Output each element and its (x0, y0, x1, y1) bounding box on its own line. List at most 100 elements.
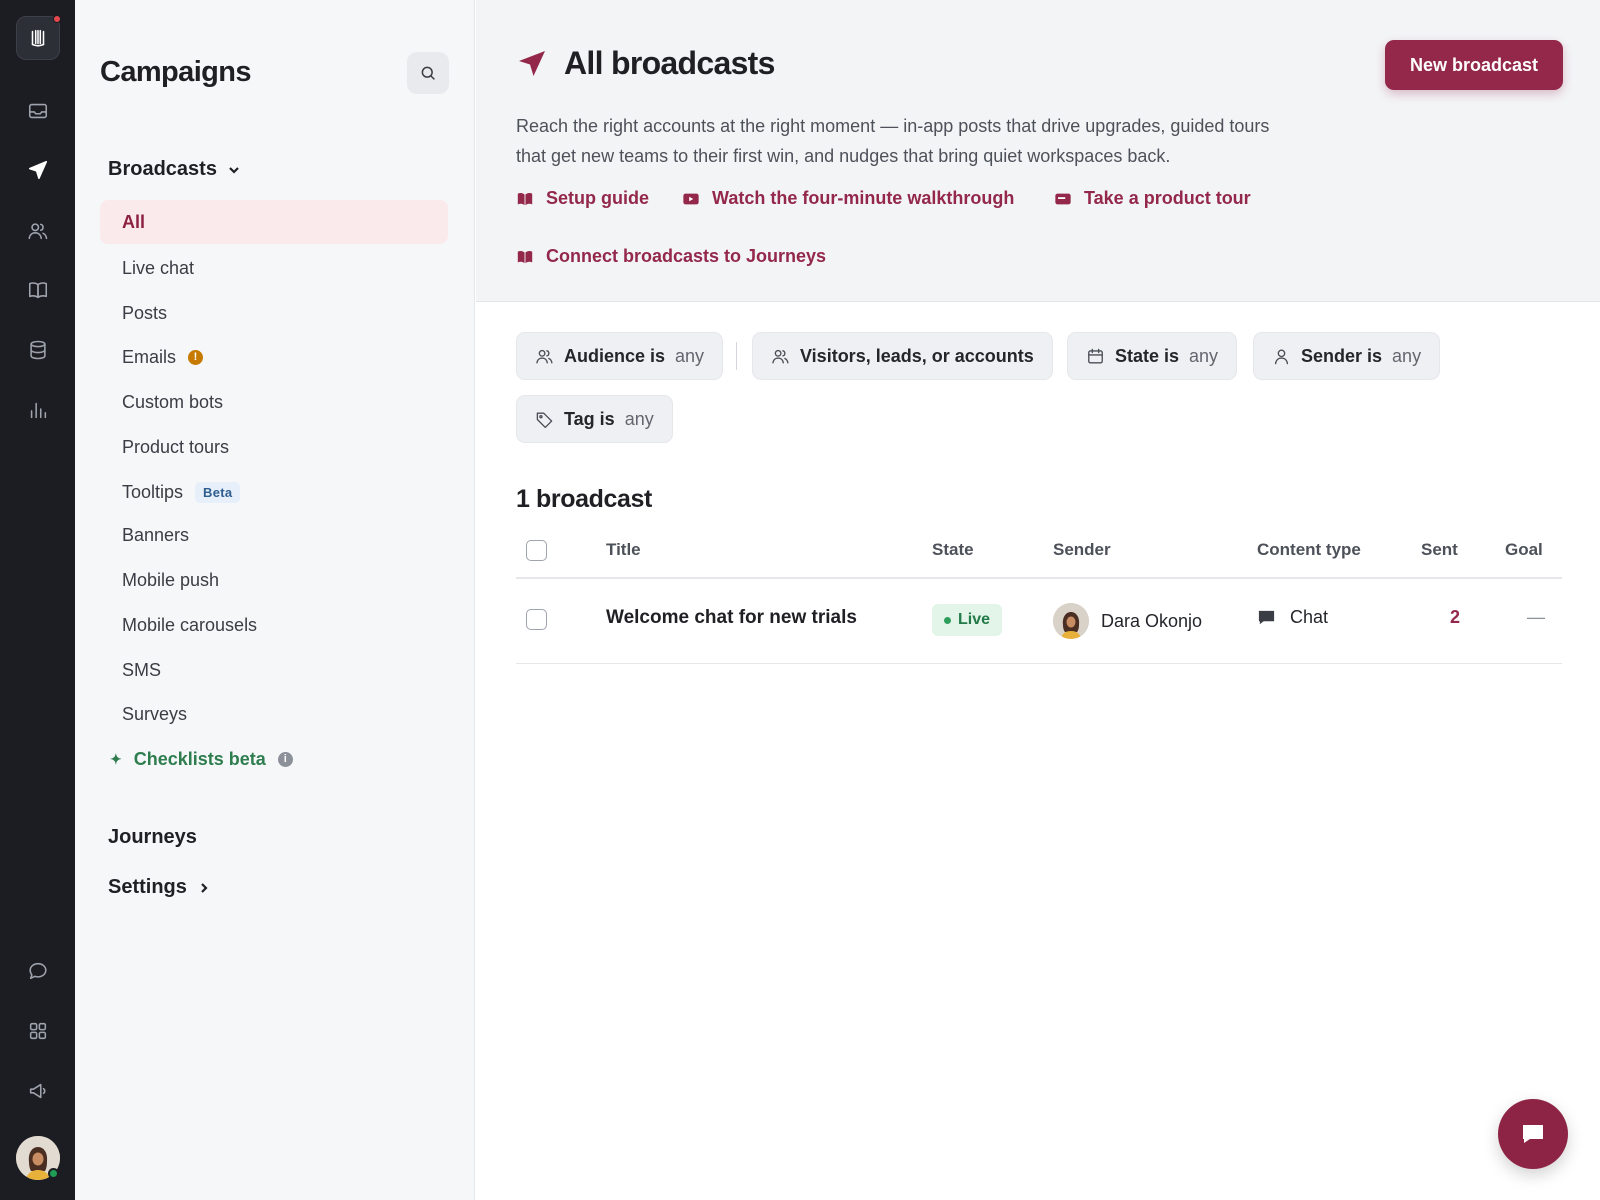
sidebar-item-banners[interactable]: Banners (100, 513, 448, 557)
state-filter[interactable]: State is any (1067, 332, 1238, 380)
sidebar-item-label: Checklists beta (133, 748, 266, 769)
notification-dot (53, 15, 61, 23)
grid-apps-icon[interactable] (16, 1009, 60, 1053)
calendar-icon (1088, 348, 1103, 364)
filter-value: any (675, 345, 705, 366)
content-type-cell: Chat (1257, 607, 1328, 628)
chevron-right-icon (201, 882, 208, 893)
sidebar-item-checklists[interactable]: ✦ Checklists beta i (100, 737, 448, 781)
broadcast-title[interactable]: Welcome chat for new trials (606, 607, 857, 629)
product-tour-link[interactable]: Take a product tour (1054, 188, 1251, 209)
search-button[interactable] (407, 52, 449, 94)
link-label: Connect broadcasts to Journeys (546, 246, 827, 266)
audience-filter[interactable]: Audience is any (516, 332, 724, 380)
filter-divider (736, 342, 737, 370)
column-header-goal[interactable]: Goal (1505, 540, 1543, 560)
broadcasts-group-label: Broadcasts (108, 158, 217, 180)
sender-filter[interactable]: Sender is any (1253, 332, 1441, 380)
chat-icon (1258, 610, 1275, 625)
sidebar-item-settings[interactable]: Settings (108, 876, 211, 899)
search-icon (421, 66, 435, 80)
row-divider (516, 663, 1562, 664)
inbox-icon[interactable] (16, 89, 60, 133)
journeys-label: Journeys (108, 826, 197, 848)
megaphone-icon[interactable] (16, 1069, 60, 1113)
filter-key: Audience is (564, 345, 666, 366)
filter-value: any (1189, 345, 1219, 366)
video-icon (683, 193, 699, 204)
sidebar-item-label: Custom bots (122, 391, 224, 412)
sidebar-item-surveys[interactable]: Surveys (100, 692, 448, 736)
tag-filter[interactable]: Tag is any (516, 395, 673, 443)
page-title: All broadcasts (564, 45, 775, 81)
column-header-sender[interactable]: Sender (1053, 540, 1111, 560)
sidebar-item-label: Live chat (122, 257, 195, 278)
column-header-title[interactable]: Title (606, 540, 641, 560)
sidebar-title: Campaigns (100, 56, 252, 88)
page-description: Reach the right accounts at the right mo… (516, 116, 1270, 166)
send-icon[interactable] (16, 148, 60, 192)
send-icon (519, 51, 545, 76)
column-header-sent[interactable]: Sent (1421, 540, 1458, 560)
database-icon[interactable] (16, 328, 60, 372)
contacts-icon[interactable] (16, 209, 60, 253)
book-icon[interactable] (16, 268, 60, 312)
campaigns-sidebar: Campaigns Broadcasts All Live chat Posts… (75, 0, 475, 1200)
sidebar-item-custom-bots[interactable]: Custom bots (100, 380, 448, 424)
select-all-checkbox[interactable] (526, 540, 547, 561)
bar-chart-icon[interactable] (16, 388, 60, 432)
visitors-filter[interactable]: Visitors, leads, or accounts (752, 332, 1053, 380)
sparkle-icon: ✦ (110, 750, 122, 767)
row-checkbox[interactable] (526, 609, 547, 630)
filter-key: State is (1115, 345, 1180, 366)
sidebar-item-posts[interactable]: Posts (100, 291, 448, 335)
book-icon (517, 250, 533, 263)
new-broadcast-button[interactable]: New broadcast (1385, 40, 1563, 90)
sidebar-item-sms[interactable]: SMS (100, 648, 448, 692)
live-dot (944, 616, 951, 624)
table-header-divider (516, 577, 1562, 579)
sidebar-item-label: Product tours (122, 436, 230, 457)
setup-guide-link[interactable]: Setup guide (516, 188, 649, 209)
sidebar-item-journeys[interactable]: Journeys (108, 826, 197, 849)
sidebar-item-tooltips[interactable]: Tooltips Beta (100, 470, 448, 514)
results-count: 1 broadcast (516, 485, 652, 513)
messenger-launcher[interactable] (1498, 1099, 1568, 1169)
sidebar-item-emails[interactable]: Emails ! (100, 335, 448, 379)
walkthrough-video-link[interactable]: Watch the four-minute walkthrough (682, 188, 1014, 209)
settings-label: Settings (108, 876, 187, 898)
tag-icon (536, 411, 553, 428)
info-icon[interactable]: i (277, 751, 293, 767)
sidebar-item-label: Posts (122, 302, 168, 323)
page-header: All broadcasts New broadcast Reach the r… (476, 0, 1600, 302)
sidebar-item-label: Tooltips (122, 481, 184, 502)
chat-bubble-icon[interactable] (16, 949, 60, 993)
app-logo-icon[interactable] (16, 15, 61, 60)
beta-badge: Beta (195, 481, 241, 503)
chat-bubble-icon (1523, 1125, 1543, 1143)
sidebar-item-live-chat[interactable]: Live chat (100, 246, 448, 290)
sidebar-item-label: Mobile push (122, 569, 220, 590)
sent-count[interactable]: 2 (1450, 607, 1460, 628)
column-header-content-type[interactable]: Content type (1257, 540, 1361, 560)
people-icon (536, 349, 553, 364)
link-label: Watch the four-minute walkthrough (712, 188, 1015, 208)
person-icon (1274, 348, 1289, 364)
tour-icon (1055, 193, 1071, 204)
sidebar-item-label: Emails (122, 346, 177, 367)
sidebar-item-mobile-push[interactable]: Mobile push (100, 558, 448, 602)
sidebar-item-label: All (122, 211, 146, 232)
filter-key: Visitors, leads, or accounts (800, 345, 1034, 366)
book-icon (517, 192, 533, 205)
link-label: Take a product tour (1084, 188, 1251, 208)
connect-journeys-link[interactable]: Connect broadcasts to Journeys (516, 246, 826, 267)
sidebar-item-mobile-carousels[interactable]: Mobile carousels (100, 603, 448, 647)
status-badge: Live (932, 604, 1003, 636)
column-header-state[interactable]: State (932, 540, 974, 560)
sidebar-item-product-tours[interactable]: Product tours (100, 425, 448, 469)
warning-icon: ! (188, 349, 204, 365)
sidebar-item-all[interactable]: All (100, 200, 448, 244)
sidebar-item-label: Mobile carousels (122, 614, 258, 635)
broadcasts-group-toggle[interactable]: Broadcasts (108, 158, 241, 181)
state-cell: Live (932, 604, 1003, 636)
